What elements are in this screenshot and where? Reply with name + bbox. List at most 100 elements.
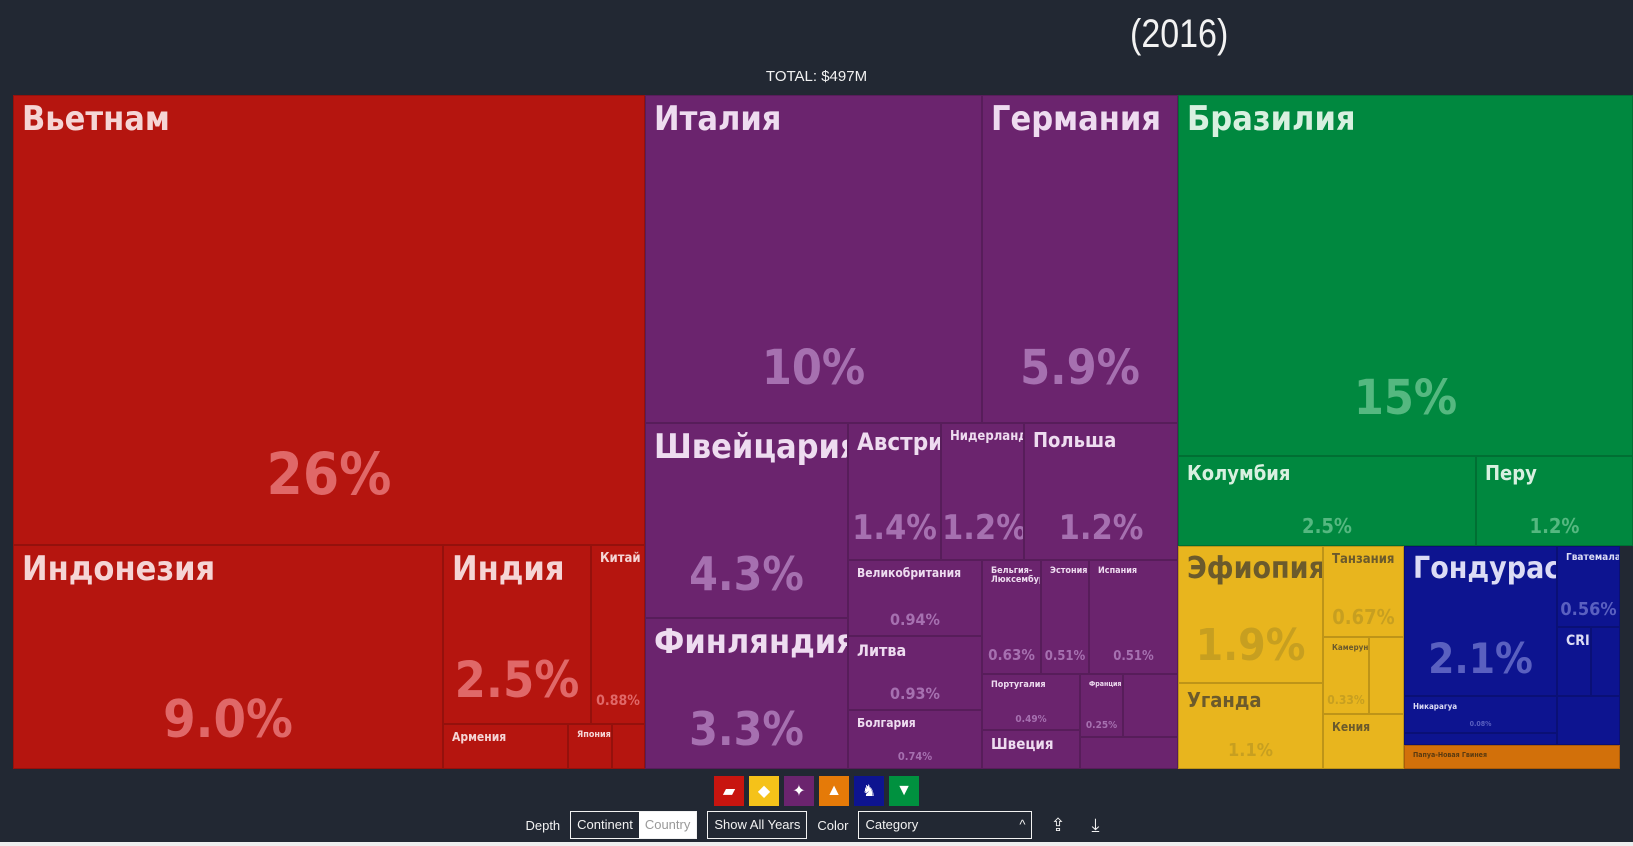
color-select[interactable]: Category ^ <box>858 811 1033 839</box>
tile-share: 1.2% <box>1058 508 1144 549</box>
tile-share: 0.63% <box>988 645 1035 664</box>
tile-литва[interactable]: Литва 0.93% <box>848 636 982 710</box>
tile-share: 0.67% <box>1332 604 1395 629</box>
europe-icon[interactable]: ✦ <box>784 776 814 806</box>
depth-continent-button[interactable]: Continent <box>571 812 639 838</box>
depth-label: Depth <box>525 817 561 833</box>
north-america-icon[interactable]: ♞ <box>854 776 884 806</box>
tile-label: Нидерланды <box>950 429 1023 444</box>
tile-португалия[interactable]: Португалия 0.49% <box>982 674 1080 730</box>
download-icon[interactable]: ⤓ <box>1084 815 1108 836</box>
share-icon[interactable]: ⇪ <box>1042 815 1073 836</box>
depth-country-button[interactable]: Country <box>638 812 697 838</box>
tile-япония[interactable]: Япония <box>568 724 612 769</box>
tile-уганда[interactable]: Уганда 1.1% <box>1178 683 1323 769</box>
tile-share: 10% <box>761 339 866 396</box>
tile-label: Эстония <box>1050 566 1088 576</box>
tile-share: 9.0% <box>163 690 293 751</box>
tile-эстония[interactable]: Эстония 0.51% <box>1041 560 1089 674</box>
treemap: Вьетнам 26% Индонезия 9.0% Индия 2.5% Китай 0.8… <box>13 95 1633 769</box>
tile-label: Танзания <box>1332 552 1395 567</box>
tile-label: Гондурас <box>1413 551 1557 586</box>
tile-label: Камерун <box>1332 643 1369 652</box>
tile-армения[interactable]: Армения <box>443 724 568 769</box>
tile-индия[interactable]: Индия 2.5% <box>443 545 591 724</box>
tile-танзания[interactable]: Танзания 0.67% <box>1323 546 1404 637</box>
tile-швейцария[interactable]: Швейцария 4.3% <box>645 423 848 618</box>
tile-cri[interactable]: CRI <box>1557 627 1591 696</box>
tile-minor[interactable] <box>1591 627 1620 696</box>
tile-minor[interactable] <box>1123 674 1178 737</box>
tile-share: 1.2% <box>1529 513 1580 538</box>
tile-бельгия-люксембург[interactable]: Бельгия- Люксембург 0.63% <box>982 560 1041 674</box>
tile-великобритания[interactable]: Великобритания 0.94% <box>848 560 982 636</box>
tile-label: Папуа-Новая Гвинея <box>1413 751 1487 759</box>
asia-icon[interactable]: ▰ <box>714 776 744 806</box>
tile-польша[interactable]: Польша 1.2% <box>1024 423 1178 560</box>
tile-share: 0.56% <box>1560 598 1617 620</box>
tile-перу[interactable]: Перу 1.2% <box>1476 456 1633 546</box>
tile-label: Уганда <box>1187 688 1262 712</box>
tile-папуа-новая-гвинея[interactable]: Папуа-Новая Гвинея <box>1404 745 1620 769</box>
tile-камерун[interactable]: Камерун 0.33% <box>1323 637 1369 714</box>
tile-minor[interactable] <box>1369 637 1404 714</box>
tile-австрия[interactable]: Австрия 1.4% <box>848 423 941 560</box>
tile-share: 1.1% <box>1228 740 1273 762</box>
tile-колумбия[interactable]: Колумбия 2.5% <box>1178 456 1476 546</box>
south-america-icon[interactable]: ▼ <box>889 776 919 806</box>
tile-швеция[interactable]: Швеция <box>982 730 1080 769</box>
tile-label: Китай <box>600 551 641 566</box>
tile-label: Вьетнам <box>22 99 170 139</box>
tile-label: Великобритания <box>857 566 962 580</box>
show-all-years-button[interactable]: Show All Years <box>707 811 808 839</box>
color-label: Color <box>817 817 849 833</box>
africa-icon[interactable]: ◆ <box>749 776 779 806</box>
tile-германия[interactable]: Германия 5.9% <box>982 95 1178 423</box>
tile-minor[interactable] <box>612 724 645 769</box>
tile-испания[interactable]: Испания 0.51% <box>1089 560 1178 674</box>
tile-share: 4.3% <box>689 547 804 602</box>
tile-label: Индонезия <box>22 549 216 589</box>
tile-label: Польша <box>1033 428 1117 452</box>
tile-share: 0.33% <box>1327 692 1365 707</box>
color-select-value: Category <box>865 817 919 832</box>
tile-никарагуа[interactable]: Никарагуа 0.08% <box>1404 696 1557 733</box>
tile-label: Колумбия <box>1187 461 1291 485</box>
tile-label: Испания <box>1098 566 1138 576</box>
tile-китай[interactable]: Китай 0.88% <box>591 545 645 724</box>
tile-вьетнам[interactable]: Вьетнам 26% <box>13 95 645 545</box>
tile-бразилия[interactable]: Бразилия 15% <box>1178 95 1633 456</box>
tile-кения[interactable]: Кения <box>1323 714 1404 769</box>
oceania-icon[interactable]: ▲ <box>819 776 849 806</box>
tile-label: Бразилия <box>1187 99 1356 139</box>
tile-share: 0.25% <box>1085 719 1118 731</box>
tile-эфиопия[interactable]: Эфиопия 1.9% <box>1178 546 1323 683</box>
tile-нидерланды[interactable]: Нидерланды 1.2% <box>941 423 1024 560</box>
tile-болгария[interactable]: Болгария 0.74% <box>848 710 982 769</box>
tile-label: Швеция <box>991 735 1054 753</box>
tile-гватемала[interactable]: Гватемала 0.56% <box>1557 546 1620 627</box>
tile-minor[interactable] <box>1404 733 1557 745</box>
tile-италия[interactable]: Италия 10% <box>645 95 982 423</box>
tile-minor[interactable] <box>1557 696 1620 745</box>
tile-share: 3.3% <box>689 701 804 756</box>
tile-label: Эфиопия <box>1187 551 1323 586</box>
tile-label: Швейцария <box>654 427 848 467</box>
tile-финляндия[interactable]: Финляндия 3.3% <box>645 618 848 769</box>
tile-индонезия[interactable]: Индонезия 9.0% <box>13 545 443 769</box>
tile-label: Австрия <box>857 428 940 456</box>
tile-share: 15% <box>1353 370 1458 427</box>
tile-label: Германия <box>991 99 1161 139</box>
chevron-up-icon: ^ <box>1019 817 1026 832</box>
controls-bar: Depth Continent Country Show All Years C… <box>0 811 1633 839</box>
tile-гондурас[interactable]: Гондурас 2.1% <box>1404 546 1557 696</box>
tile-minor[interactable] <box>1080 737 1178 769</box>
tile-share: 0.51% <box>1113 648 1154 664</box>
tile-share: 26% <box>266 440 392 508</box>
tile-label: Никарагуа <box>1413 702 1458 711</box>
tile-label: Армения <box>452 730 507 744</box>
tile-share: 1.9% <box>1195 620 1306 672</box>
tile-share: 1.2% <box>942 508 1024 549</box>
tile-франция[interactable]: Франция 0.25% <box>1080 674 1123 737</box>
tile-share: 2.5% <box>1302 513 1352 538</box>
